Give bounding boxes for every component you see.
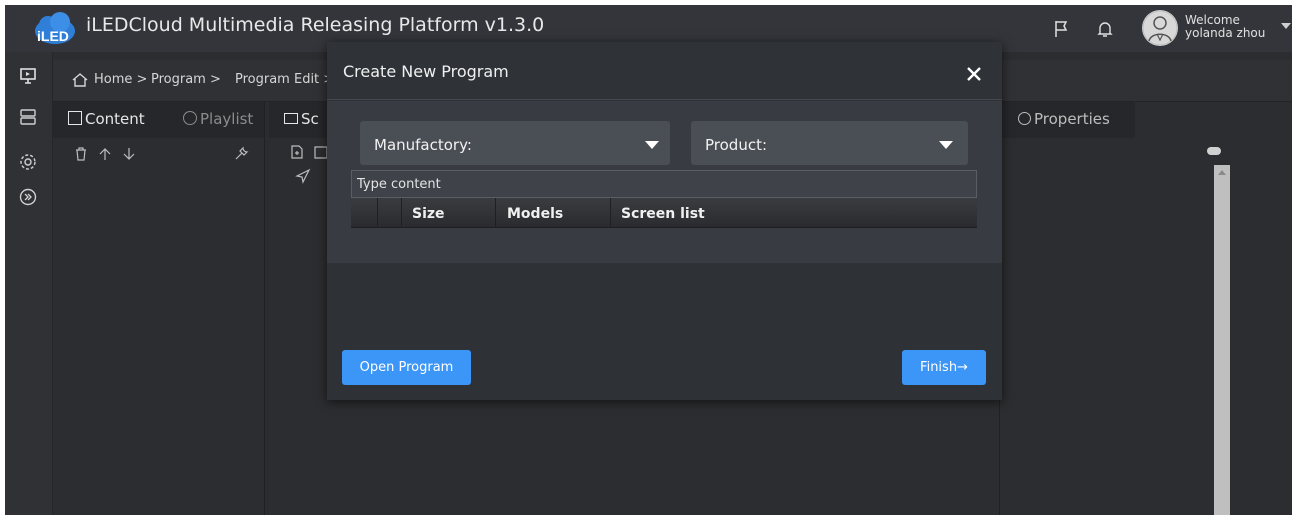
app-title: iLEDCloud Multimedia Releasing Platform … [86,14,545,36]
column-header-screen-list[interactable]: Screen list [611,198,977,228]
chevron-down-icon[interactable] [939,141,953,149]
home-icon[interactable] [71,71,89,89]
trash-icon[interactable] [73,146,89,162]
avatar[interactable] [1142,10,1178,46]
column-header-check[interactable] [351,198,378,228]
chevron-down-icon[interactable] [645,141,659,149]
content-icon [68,111,82,125]
content-panel: Content Playlist [53,102,265,515]
app-window: iLED iLEDCloud Multimedia Releasing Plat… [5,5,1292,515]
properties-scrollbar[interactable] [1214,165,1230,515]
open-program-button[interactable]: Open Program [342,350,471,385]
scroll-up-icon[interactable] [1218,170,1226,175]
breadcrumb-program[interactable]: Program > [151,72,221,87]
manufactory-select[interactable]: Manufactory: [360,121,670,165]
breadcrumb-home[interactable]: Home > [94,72,147,87]
screen-panel-tabs: Sc [269,102,329,138]
breadcrumb-program-edit[interactable]: Program Edit > [235,72,334,87]
send-icon[interactable] [295,168,311,184]
column-header-size-label: Size [412,206,445,222]
expand-icon[interactable] [18,187,38,207]
monitor-icon [284,113,298,124]
info-icon [1018,112,1031,125]
bell-icon[interactable] [1095,19,1115,39]
app-logo: iLED [33,11,77,47]
column-header-screen-list-label: Screen list [621,206,705,222]
playlist-icon [183,111,197,125]
tab-screen-label: Sc [301,110,319,128]
tab-properties[interactable]: Properties [1018,110,1110,128]
gear-icon[interactable] [18,152,38,172]
screen-table-header: Size Models Screen list [351,198,977,228]
dialog-title: Create New Program [343,62,509,81]
content-toolbar [53,140,264,170]
left-sidebar [5,52,53,515]
manufactory-label: Manufactory: [374,136,472,154]
arrow-up-icon[interactable] [97,146,113,162]
content-panel-tabs: Content Playlist [53,102,264,138]
product-label: Product: [705,136,768,154]
column-header-models[interactable]: Models [496,198,611,228]
screen-icon[interactable] [18,66,38,86]
server-icon[interactable] [18,107,38,127]
product-select[interactable]: Product: [691,121,968,165]
search-input[interactable] [351,170,977,198]
chevron-down-icon[interactable] [1281,23,1291,29]
welcome-text: Welcome yolanda zhou [1185,14,1265,40]
properties-panel-tabs: Properties [1000,102,1135,138]
tab-screen[interactable]: Sc [284,110,319,128]
tab-playlist-label: Playlist [200,110,254,128]
column-header-index[interactable] [378,198,402,228]
add-file-icon[interactable] [289,144,305,160]
finish-button[interactable]: Finish→ [902,350,986,385]
user-name[interactable]: yolanda zhou [1185,27,1265,40]
tab-playlist[interactable]: Playlist [183,110,253,128]
arrow-down-icon[interactable] [121,146,137,162]
dialog-header: Create New Program [327,42,1002,100]
properties-toggle[interactable] [1207,147,1221,155]
create-program-dialog: Create New Program Manufactory: Product:… [327,42,1002,400]
wrench-icon[interactable] [233,146,249,162]
properties-panel: Properties [999,102,1239,515]
close-icon[interactable] [962,62,986,86]
column-header-size[interactable]: Size [402,198,496,228]
svg-text:iLED: iLED [37,28,69,44]
tab-content-label: Content [85,110,145,128]
tab-properties-label: Properties [1034,110,1110,128]
column-header-models-label: Models [507,206,564,222]
flag-icon[interactable] [1051,19,1071,39]
tab-content[interactable]: Content [68,110,145,128]
